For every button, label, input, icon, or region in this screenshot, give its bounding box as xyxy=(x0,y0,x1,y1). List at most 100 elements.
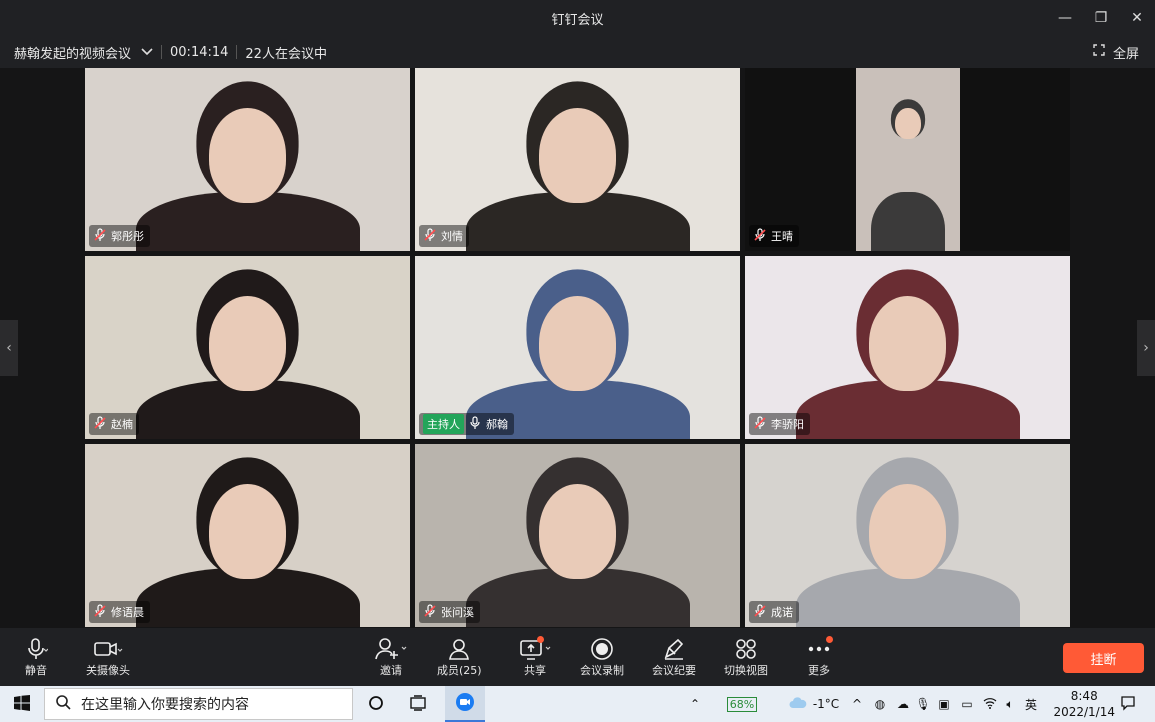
minimize-icon[interactable]: — xyxy=(1047,0,1083,36)
elapsed-time: 00:14:14 xyxy=(170,44,229,60)
system-clock[interactable]: 8:48 2022/1/14 xyxy=(1053,688,1115,720)
taskbar-app-dingtalk[interactable] xyxy=(445,686,485,722)
cortana-circle-icon xyxy=(368,695,384,714)
host-badge: 主持人 xyxy=(423,414,464,434)
cortana-button[interactable] xyxy=(362,686,390,722)
participant-video-tile[interactable] xyxy=(745,256,1070,439)
mic-muted-icon xyxy=(753,415,767,433)
wifi-tray[interactable] xyxy=(982,686,998,722)
participant-video-tile[interactable] xyxy=(415,444,740,627)
prev-page-button[interactable]: ‹ xyxy=(0,320,18,376)
microphone-tray-icon: 🎙︎ xyxy=(915,697,931,711)
switch-view-label: 切换视图 xyxy=(724,664,768,677)
participant-body xyxy=(871,192,945,251)
participant-head xyxy=(209,484,286,579)
battery-indicator[interactable]: 68% xyxy=(720,686,764,722)
dingtalk-meeting-icon xyxy=(455,692,475,715)
windows-taskbar: 在这里输入你要搜索的内容 ⌃ 68% -1°C ^ ◍ ☁ 🎙︎ ▣ ▭ 🔈︎ … xyxy=(0,686,1155,722)
speaker-icon: 🔈︎ xyxy=(1006,696,1014,711)
battery-tray[interactable]: ▭ xyxy=(958,686,976,722)
onedrive-tray[interactable]: ☁ xyxy=(894,686,912,722)
participant-video-tile[interactable] xyxy=(745,444,1070,627)
invite-label: 邀请 xyxy=(380,664,402,677)
chevron-up-icon: ^ xyxy=(851,697,863,711)
share-notification-dot xyxy=(537,636,544,643)
ime-indicator[interactable]: 英 xyxy=(1022,686,1040,722)
add-user-icon xyxy=(374,636,408,662)
participant-video-tile[interactable] xyxy=(85,256,410,439)
close-icon[interactable]: ✕ xyxy=(1119,0,1155,36)
grid-view-icon xyxy=(734,636,758,662)
members-button[interactable]: 成员(25) xyxy=(437,636,482,678)
chevron-right-icon: › xyxy=(1143,340,1149,356)
notification-center-button[interactable] xyxy=(1114,686,1142,722)
participant-name-tag: 李骄阳 xyxy=(749,413,810,435)
fullscreen-button[interactable]: 全屏 xyxy=(1093,43,1139,62)
participant-video-tile[interactable] xyxy=(856,68,960,251)
participant-name-tag: 赵楠 xyxy=(89,413,139,435)
mic-muted-icon xyxy=(93,603,107,621)
mic-muted-icon xyxy=(93,227,107,245)
participant-name-tag: 郭彤彤 xyxy=(89,225,150,247)
participant-name: 郝翰 xyxy=(486,418,508,431)
chevron-left-icon: ‹ xyxy=(6,340,12,356)
camera-button[interactable]: 关摄像头 xyxy=(86,636,130,678)
start-button[interactable] xyxy=(0,686,44,722)
clock-time: 8:48 xyxy=(1070,689,1098,703)
mute-button[interactable]: 静音 xyxy=(24,636,48,678)
microphone-tray[interactable]: 🎙︎ xyxy=(915,686,931,722)
record-button[interactable]: 会议录制 xyxy=(580,636,624,678)
participant-video-tile[interactable] xyxy=(415,68,740,251)
members-icon xyxy=(447,636,471,662)
taskbar-search-box[interactable]: 在这里输入你要搜索的内容 xyxy=(44,688,353,720)
invite-button[interactable]: 邀请 xyxy=(374,636,408,678)
share-button[interactable]: 共享 xyxy=(518,636,552,678)
video-grid: ‹ › 郭彤彤 刘情 王晴 赵楠 主持人 郝翰 李骄阳 修语晨 张问溪 成诺 xyxy=(0,68,1155,628)
participant-head xyxy=(869,296,946,391)
battery-icon: 68% xyxy=(726,696,758,712)
task-view-icon xyxy=(409,694,427,714)
minutes-label: 会议纪要 xyxy=(652,664,696,677)
participant-video-tile[interactable] xyxy=(85,444,410,627)
pen-icon xyxy=(662,636,686,662)
tray-app-2[interactable]: ▣ xyxy=(936,686,952,722)
temperature: -1°C xyxy=(812,697,840,711)
title-bar: 钉钉会议 — ❐ ✕ xyxy=(0,0,1155,36)
tray-scroll-up[interactable]: ⌃ xyxy=(688,686,702,722)
video-camera-icon xyxy=(93,636,123,662)
participant-head xyxy=(869,484,946,579)
onedrive-cloud-icon: ☁ xyxy=(897,697,909,711)
participant-name: 郭彤彤 xyxy=(111,230,144,243)
divider xyxy=(161,45,163,59)
participant-name-tag: 张问溪 xyxy=(419,601,480,623)
next-page-button[interactable]: › xyxy=(1137,320,1155,376)
participant-count: 22人在会议中 xyxy=(245,46,327,62)
volume-tray[interactable]: 🔈︎ xyxy=(1002,686,1018,722)
divider xyxy=(236,45,238,59)
meeting-info-bar: 赫翰发起的视频会议 00:14:14 22人在会议中 全屏 xyxy=(0,36,1155,68)
restore-icon[interactable]: ❐ xyxy=(1083,0,1119,36)
wifi-icon xyxy=(983,697,997,712)
minutes-button[interactable]: 会议纪要 xyxy=(652,636,696,678)
record-label: 会议录制 xyxy=(580,664,624,677)
participant-video-tile[interactable] xyxy=(415,256,740,439)
participant-head xyxy=(539,108,616,203)
task-view-button[interactable] xyxy=(404,686,432,722)
clock-date: 2022/1/14 xyxy=(1053,705,1115,719)
participant-name: 张问溪 xyxy=(441,606,474,619)
participant-name-tag: 王晴 xyxy=(749,225,799,247)
caret-up-icon: ⌃ xyxy=(689,697,701,711)
tray-overflow-button[interactable]: ^ xyxy=(850,686,864,722)
switch-view-button[interactable]: 切换视图 xyxy=(724,636,768,678)
mute-label: 静音 xyxy=(25,664,47,677)
tray-app-1[interactable]: ◍ xyxy=(872,686,888,722)
hangup-button[interactable]: 挂断 xyxy=(1063,643,1144,673)
fullscreen-icon xyxy=(1093,44,1105,60)
meeting-name-dropdown[interactable]: 赫翰发起的视频会议 xyxy=(14,43,153,62)
app-tray-icon: ◍ xyxy=(874,697,886,711)
mic-muted-icon xyxy=(753,603,767,621)
participant-name: 李骄阳 xyxy=(771,418,804,431)
more-notification-dot xyxy=(826,636,833,643)
weather-widget[interactable]: -1°C xyxy=(784,686,844,722)
participant-video-tile[interactable] xyxy=(85,68,410,251)
